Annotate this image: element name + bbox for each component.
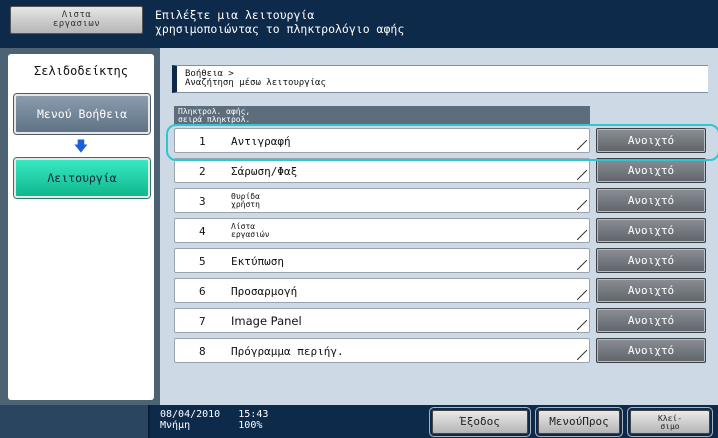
list-item[interactable]: 2 Σάρωση/Φαξ — [174, 158, 590, 183]
bottom-left-panel — [0, 405, 150, 438]
left-panel: Σελιδοδείκτης Μενού Βοήθεια 🡇 Λειτουργία — [0, 48, 160, 405]
main-area: Βοήθεια > Αναζήτηση μέσω λειτουργίας Πλη… — [160, 48, 718, 405]
list-item[interactable]: 4 Λίστα εργασιών — [174, 218, 590, 243]
row-number: 8 — [199, 345, 206, 358]
row-label: Εκτύπωση — [231, 255, 284, 268]
selection-highlight — [166, 124, 718, 161]
datetime-display: 08/04/2010 15:43 Μνήμη 100% — [160, 409, 268, 431]
open-button[interactable]: Ανοιχτό — [596, 338, 706, 363]
open-button[interactable]: Ανοιχτό — [596, 308, 706, 333]
memory-label: Μνήμη — [160, 420, 191, 431]
corner-resize-icon — [577, 200, 587, 210]
corner-resize-icon — [577, 290, 587, 300]
top-bar: Λιστα εργασιων Επιλέξτε μια λειτουργία χ… — [0, 0, 718, 48]
row-label: Προσαρμογή — [231, 285, 298, 298]
open-button[interactable]: Ανοιχτό — [596, 158, 706, 183]
bottom-bar: 08/04/2010 15:43 Μνήμη 100% Έξοδος Μενού… — [0, 405, 718, 438]
list-item[interactable]: 8 Πρόγραμμα περιήγ. — [174, 338, 590, 363]
row-number: 7 — [199, 315, 206, 328]
row-number: 2 — [199, 165, 206, 178]
job-list-button[interactable]: Λιστα εργασιων — [10, 6, 143, 34]
arrow-down-icon: 🡇 — [73, 139, 89, 155]
function-button[interactable]: Λειτουργία — [14, 158, 150, 198]
row-number: 6 — [199, 285, 206, 298]
row-label: Πρόγραμμα περιήγ. — [231, 345, 344, 358]
open-button[interactable]: Ανοιχτό — [596, 188, 706, 213]
menu-top-button[interactable]: ΜενούΠρος — [538, 410, 620, 434]
row-label: Image Panel — [231, 314, 302, 328]
corner-resize-icon — [577, 350, 587, 360]
close-button[interactable]: Κλεί- σιμο — [630, 410, 710, 434]
row-label: Σάρωση/Φαξ — [231, 165, 298, 178]
row-number: 4 — [199, 225, 206, 238]
list-item[interactable]: 6 Προσαρμογή — [174, 278, 590, 303]
list-item[interactable]: 5 Εκτύπωση — [174, 248, 590, 273]
date: 08/04/2010 — [160, 409, 221, 420]
bookmark-tab: Σελιδοδείκτης Μενού Βοήθεια 🡇 Λειτουργία — [8, 54, 154, 400]
open-button[interactable]: Ανοιχτό — [596, 248, 706, 273]
list-item[interactable]: 3 Θυρίδα χρήστη — [174, 188, 590, 213]
corner-resize-icon — [577, 260, 587, 270]
row-number: 5 — [199, 255, 206, 268]
row-label: Θυρίδα χρήστη — [231, 192, 260, 209]
open-button[interactable]: Ανοιχτό — [596, 218, 706, 243]
time: 15:43 — [238, 409, 269, 420]
breadcrumb: Βοήθεια > Αναζήτηση μέσω λειτουργίας — [172, 65, 708, 93]
memory-value: 100% — [238, 420, 263, 431]
list-header: Πληκτρολ. αφής, σειρά πληκτρολ. — [174, 106, 590, 126]
exit-button[interactable]: Έξοδος — [432, 410, 528, 434]
corner-resize-icon — [577, 230, 587, 240]
help-menu-button[interactable]: Μενού Βοήθεια — [14, 94, 150, 134]
open-button[interactable]: Ανοιχτό — [596, 278, 706, 303]
instruction-message: Επιλέξτε μια λειτουργία χρησιμοποιώντας … — [155, 8, 405, 36]
corner-resize-icon — [577, 170, 587, 180]
bookmark-title: Σελιδοδείκτης — [34, 64, 128, 78]
corner-resize-icon — [577, 320, 587, 330]
row-label: Λίστα εργασιών — [231, 222, 270, 239]
row-number: 3 — [199, 195, 206, 208]
list-item[interactable]: 7 Image Panel — [174, 308, 590, 333]
